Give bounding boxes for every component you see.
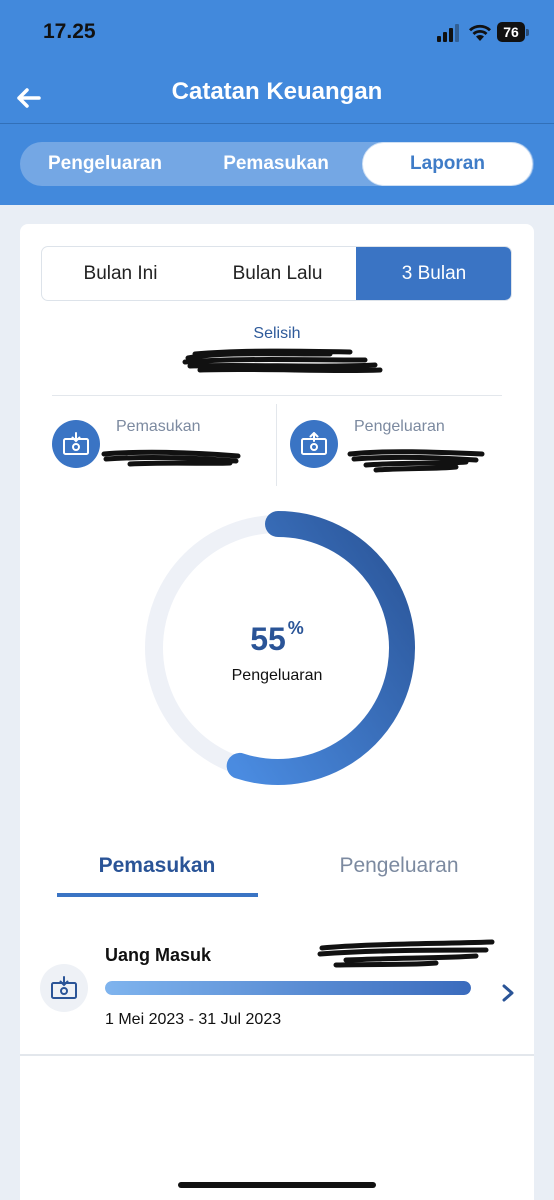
list-item-progress-fill xyxy=(105,981,471,995)
report-card: Bulan Ini Bulan Lalu 3 Bulan Selisih Pem… xyxy=(20,224,534,1200)
redacted-item-amount xyxy=(317,939,495,968)
income-icon xyxy=(52,420,100,468)
app-header: 17.25 76 Catatan Keuangan Pengeluaran Pe… xyxy=(0,0,554,205)
donut-percent-value: 55 xyxy=(250,621,286,657)
list-item-title: Uang Masuk xyxy=(105,945,212,965)
page-title: Catatan Keuangan xyxy=(171,78,383,105)
tab-pengeluaran[interactable]: Pengeluaran xyxy=(20,142,190,186)
period-selector: Bulan Ini Bulan Lalu 3 Bulan xyxy=(41,246,512,301)
section-tabs: Pengeluaran Pemasukan Laporan xyxy=(20,142,534,186)
chevron-right-icon xyxy=(502,984,514,1002)
donut-percent: 55% xyxy=(20,618,534,658)
period-tab-this-month[interactable]: Bulan Ini xyxy=(42,247,199,300)
detail-tab-indicator xyxy=(57,893,258,897)
home-indicator xyxy=(178,1182,376,1188)
header-divider xyxy=(0,123,554,124)
period-tab-last-month[interactable]: Bulan Lalu xyxy=(199,247,356,300)
battery-level: 76 xyxy=(497,22,525,42)
list-item-date-range: 1 Mei 2023 - 31 Jul 2023 xyxy=(105,1011,282,1028)
summary-divider xyxy=(52,395,502,396)
status-bar: 17.25 76 xyxy=(0,0,554,62)
donut-label: Pengeluaran xyxy=(231,667,323,684)
summary-vertical-divider xyxy=(276,404,277,486)
list-item-progress-bar xyxy=(105,981,471,995)
tab-laporan[interactable]: Laporan xyxy=(362,142,533,186)
redacted-income-amount xyxy=(101,449,241,467)
wifi-icon xyxy=(469,24,491,41)
cellular-signal-icon xyxy=(437,24,459,42)
expense-icon xyxy=(290,420,338,468)
redacted-expense-amount xyxy=(347,449,485,473)
period-tab-3-months[interactable]: 3 Bulan xyxy=(356,247,511,300)
detail-tab-pemasukan[interactable]: Pemasukan xyxy=(57,854,257,878)
income-label: Pemasukan xyxy=(116,418,201,435)
tab-pemasukan[interactable]: Pemasukan xyxy=(191,142,361,186)
difference-label: Selisih xyxy=(253,325,301,342)
redacted-difference-amount xyxy=(182,348,383,374)
list-item[interactable]: Uang Masuk 1 Mei 2023 - 31 Jul 2023 xyxy=(20,924,534,1056)
detail-tab-pengeluaran[interactable]: Pengeluaran xyxy=(299,854,499,878)
expense-label: Pengeluaran xyxy=(354,418,445,435)
donut-percent-symbol: % xyxy=(287,618,304,639)
money-in-icon xyxy=(40,964,88,1012)
battery-icon: 76 xyxy=(497,22,529,44)
status-time: 17.25 xyxy=(43,20,96,43)
